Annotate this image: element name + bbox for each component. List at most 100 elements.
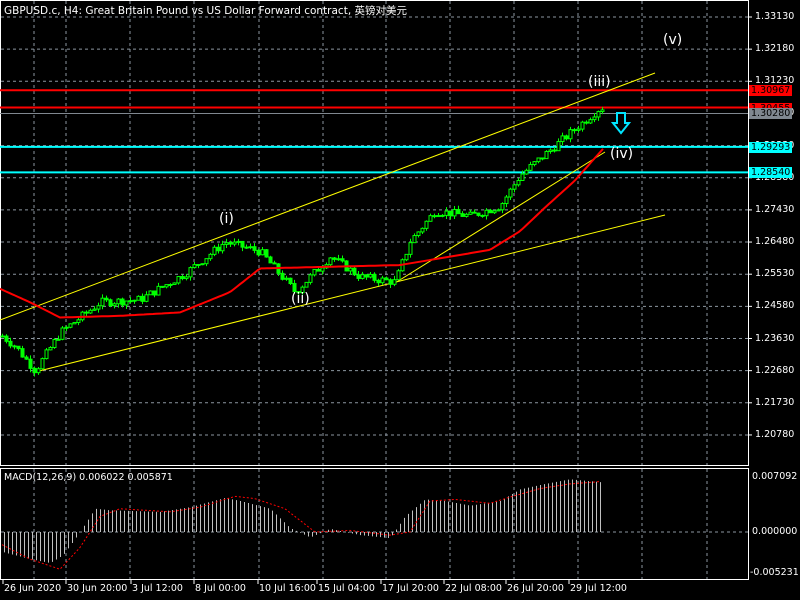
candle-body [224, 242, 229, 245]
candle-body [44, 349, 49, 360]
trend-channel-line [34, 214, 666, 373]
candle-body [372, 273, 377, 281]
candle-body [564, 135, 569, 140]
candle-body [208, 253, 213, 260]
macd-signal-line [1, 481, 601, 570]
candle-body [424, 220, 429, 229]
price-level-tag: 1.30280 [749, 108, 792, 120]
candle-body [552, 149, 557, 152]
candle-body [168, 283, 173, 286]
candle-body [56, 338, 61, 341]
price-axis-label: 1.26480 [755, 236, 795, 248]
candle-body [596, 111, 601, 118]
candle-body [412, 235, 417, 244]
macd-axis-zero: 0.000000 [752, 526, 798, 537]
candle-body [152, 290, 157, 296]
candle-body [560, 135, 565, 143]
candle-body [204, 258, 209, 265]
candle-body [112, 303, 117, 307]
chart-title: GBPUSD.c, H4: Great Britain Pound vs US … [4, 5, 407, 17]
candle-body [144, 294, 149, 302]
candle-body [336, 258, 341, 261]
candle-body [528, 164, 533, 171]
candle-body [132, 299, 137, 302]
candle-body [524, 169, 529, 175]
candle-body [84, 311, 89, 314]
candle-body [536, 157, 541, 163]
candle-body [196, 263, 201, 266]
candle-body [532, 161, 537, 166]
candle-body [36, 368, 41, 374]
candle-body [304, 281, 309, 288]
candle-body [64, 326, 69, 329]
price-level-tag: 1.28540 [749, 167, 792, 179]
candle-body [260, 249, 265, 256]
candle-body [72, 322, 77, 325]
candle-body [544, 150, 549, 160]
candle-body [12, 345, 17, 348]
candle-body [516, 179, 521, 186]
candle-body [96, 305, 101, 310]
macd-axis-max: 0.007092 [752, 471, 798, 482]
candle-body [284, 277, 289, 280]
candle-body [416, 231, 421, 237]
candle-body [164, 284, 169, 288]
candle-body [476, 212, 481, 216]
candle-body [480, 214, 485, 217]
candle-body [356, 274, 361, 279]
candle-body [396, 270, 401, 281]
price-axis-label: 1.22680 [755, 364, 795, 376]
wave-label-ii: (ii) [291, 291, 310, 307]
candle-body [188, 267, 193, 278]
candle-body [556, 141, 561, 152]
candle-body [28, 358, 33, 369]
candle-body [76, 319, 81, 324]
candle-body [8, 340, 13, 347]
time-axis-label: 8 Jul 00:00 [195, 583, 246, 594]
time-axis-label: 10 Jul 16:00 [259, 583, 316, 594]
main-pane-frame [0, 0, 749, 466]
macd-axis-min: -0.005231 [750, 567, 799, 578]
candle-body [520, 173, 525, 181]
candle-body [48, 347, 53, 351]
candle-body [508, 188, 513, 198]
candle-body [308, 274, 313, 283]
candle-body [384, 277, 389, 281]
candle-body [320, 267, 325, 272]
price-axis-label: 1.24580 [755, 300, 795, 312]
candle-body [16, 345, 21, 350]
candle-body [156, 285, 161, 296]
candle-body [376, 279, 381, 284]
candle-body [60, 327, 65, 340]
candle-body [392, 279, 397, 285]
candle-body [252, 246, 257, 251]
candle-body [348, 267, 353, 272]
candle-body [460, 213, 465, 217]
price-level-tag: 1.29293 [749, 141, 792, 153]
candle-body [172, 282, 177, 285]
price-axis-label: 1.27430 [755, 203, 795, 215]
candle-body [328, 257, 333, 266]
candle-body [496, 209, 501, 212]
candle-body [404, 253, 409, 261]
candle-body [316, 268, 321, 272]
candle-body [232, 241, 237, 245]
candle-body [280, 272, 285, 280]
candle-body [88, 309, 93, 314]
candle-body [588, 119, 593, 124]
time-axis-label: 30 Jun 20:00 [67, 583, 128, 594]
candle-body [160, 285, 165, 288]
time-axis-label: 29 Jul 12:00 [570, 583, 627, 594]
candle-body [256, 249, 261, 256]
wave-label-v: (v) [663, 32, 683, 48]
candle-body [456, 208, 461, 215]
candle-body [492, 210, 497, 214]
candle-body [192, 264, 197, 269]
time-axis-label: 26 Jun 2020 [4, 583, 62, 594]
candle-body [548, 149, 553, 152]
price-chart[interactable] [0, 0, 800, 600]
time-axis-label: 26 Jul 20:00 [507, 583, 564, 594]
price-axis-label: 1.23630 [755, 332, 795, 344]
candle-body [220, 243, 225, 252]
candle-body [52, 339, 57, 349]
